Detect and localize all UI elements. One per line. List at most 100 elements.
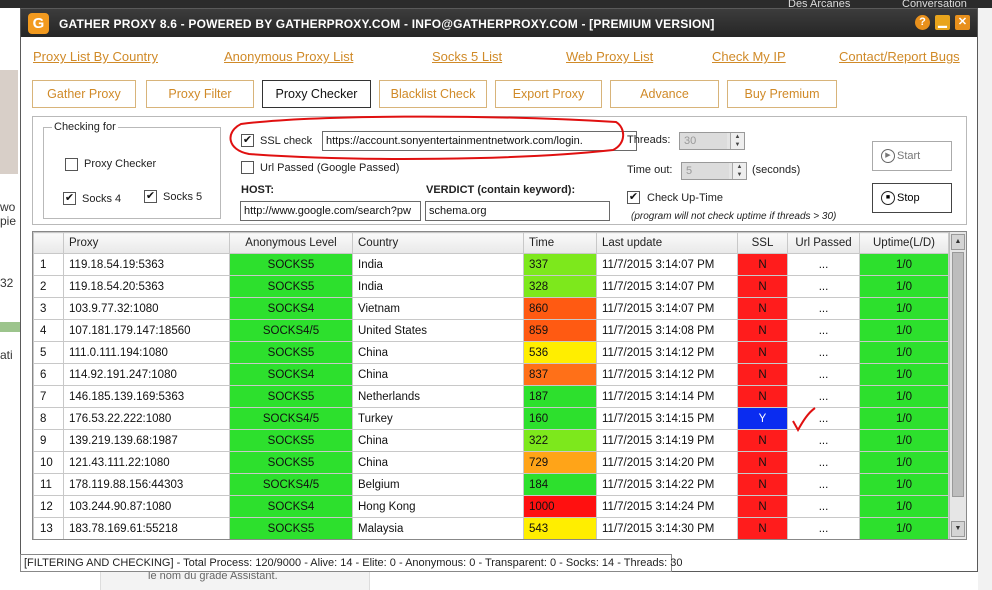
timeout-stepper[interactable]: 5 ▲ ▼ <box>681 162 747 180</box>
cell-last-update: 11/7/2015 3:14:14 PM <box>596 385 738 408</box>
table-row[interactable]: 4 107.181.179.147:18560 SOCKS4/5 United Sta… <box>33 319 949 342</box>
tab-proxy-checker[interactable]: Proxy Checker <box>262 80 371 108</box>
background-avatar <box>0 70 18 174</box>
table-row[interactable]: 6 114.92.191.247:1080 SOCKS4 China 837 11/7/2… <box>33 363 949 386</box>
cell-last-update: 11/7/2015 3:14:22 PM <box>596 473 738 496</box>
timeout-label: Time out: <box>627 164 673 176</box>
table-row[interactable]: 2 119.18.54.20:5363 SOCKS5 India 328 11/7/201… <box>33 275 949 298</box>
scroll-down-icon[interactable]: ▼ <box>951 521 965 537</box>
column-header-url-passed[interactable]: Url Passed <box>787 232 860 254</box>
link-socks5-list[interactable]: Socks 5 List <box>432 49 502 64</box>
scroll-up-icon[interactable]: ▲ <box>951 234 965 250</box>
socks5-label: Socks 5 <box>163 191 203 203</box>
background-page-left: wo pie 32 ati <box>0 8 20 590</box>
background-text-fragment: pie <box>0 214 17 228</box>
cell-proxy: 139.219.139.68:1987 <box>63 429 230 452</box>
table-row[interactable]: 5 111.0.111.194:1080 SOCKS5 China 536 11/7/20… <box>33 341 949 364</box>
cell-ssl: N <box>737 517 788 539</box>
cell-url-passed: ... <box>787 429 860 452</box>
column-header-anonymous-level[interactable]: Anonymous Level <box>229 232 353 254</box>
table-row[interactable]: 1 119.18.54.19:5363 SOCKS5 India 337 11/7/201… <box>33 253 949 276</box>
threads-stepper[interactable]: 30 ▲ ▼ <box>679 132 745 150</box>
timeout-up-icon[interactable]: ▲ <box>732 163 746 171</box>
column-header-ssl[interactable]: SSL <box>737 232 788 254</box>
tab-blacklist-check[interactable]: Blacklist Check <box>379 80 487 108</box>
column-header-last-update[interactable]: Last update <box>596 232 738 254</box>
cell-uptime: 1/0 <box>859 429 949 452</box>
socks4-label: Socks 4 <box>82 193 122 205</box>
column-header-proxy[interactable]: Proxy <box>63 232 230 254</box>
column-header-time[interactable]: Time <box>523 232 597 254</box>
background-text-fragment: ati <box>0 348 13 362</box>
cell-uptime: 1/0 <box>859 341 949 364</box>
column-header-index[interactable] <box>33 232 64 254</box>
cell-last-update: 11/7/2015 3:14:07 PM <box>596 253 738 276</box>
link-contact-report-bugs[interactable]: Contact/Report Bugs <box>839 49 960 64</box>
cell-last-update: 11/7/2015 3:14:15 PM <box>596 407 738 430</box>
cell-anonymous-level: SOCKS4 <box>229 363 353 386</box>
url-passed-checkbox[interactable] <box>241 161 254 174</box>
cell-last-update: 11/7/2015 3:14:07 PM <box>596 297 738 320</box>
table-row[interactable]: 8 176.53.22.222:1080 SOCKS4/5 Turkey 160 11/7… <box>33 407 949 430</box>
link-anonymous-proxy-list[interactable]: Anonymous Proxy List <box>224 49 353 64</box>
ssl-url-input[interactable]: https://account.sonyentertainmentnetwork… <box>322 131 637 151</box>
start-button[interactable]: ▶ Start <box>872 141 952 171</box>
cell-proxy: 114.92.191.247:1080 <box>63 363 230 386</box>
minimize-button[interactable]: ▁ <box>935 15 950 30</box>
seconds-label: (seconds) <box>752 164 801 176</box>
tab-gather-proxy[interactable]: Gather Proxy <box>32 80 136 108</box>
host-input[interactable]: http://www.google.com/search?pw <box>240 201 421 221</box>
cell-url-passed: ... <box>787 341 860 364</box>
cell-time: 328 <box>523 275 597 298</box>
cell-anonymous-level: SOCKS5 <box>229 275 353 298</box>
link-check-my-ip[interactable]: Check My IP <box>712 49 786 64</box>
table-row[interactable]: 12 103.244.90.87:1080 SOCKS4 Hong Kong 1000 1… <box>33 495 949 518</box>
tab-advance[interactable]: Advance <box>610 80 719 108</box>
timeout-down-icon[interactable]: ▼ <box>732 171 746 179</box>
cell-uptime: 1/0 <box>859 363 949 386</box>
cell-anonymous-level: SOCKS4/5 <box>229 473 353 496</box>
tab-export-proxy[interactable]: Export Proxy <box>495 80 602 108</box>
cell-ssl: N <box>737 341 788 364</box>
background-page-right <box>978 8 992 590</box>
table-row[interactable]: 10 121.43.111.22:1080 SOCKS5 China 729 11/7/2… <box>33 451 949 474</box>
table-row[interactable]: 9 139.219.139.68:1987 SOCKS5 China 322 11/7/2… <box>33 429 949 452</box>
grid-scrollbar[interactable]: ▲ ▼ <box>949 232 966 539</box>
cell-url-passed: ... <box>787 319 860 342</box>
column-header-uptime[interactable]: Uptime(L/D) <box>859 232 949 254</box>
link-proxy-list-by-country[interactable]: Proxy List By Country <box>33 49 158 64</box>
table-row[interactable]: 7 146.185.139.169:5363 SOCKS5 Netherlands 18… <box>33 385 949 408</box>
scroll-thumb[interactable] <box>952 252 964 497</box>
tab-proxy-filter[interactable]: Proxy Filter <box>146 80 254 108</box>
tab-buy-premium[interactable]: Buy Premium <box>727 80 837 108</box>
uptime-checkbox[interactable]: ✔ <box>627 191 640 204</box>
cell-proxy: 103.244.90.87:1080 <box>63 495 230 518</box>
cell-proxy: 183.78.169.61:55218 <box>63 517 230 539</box>
table-header-row: Proxy Anonymous Level Country Time Last … <box>33 232 949 254</box>
cell-index: 4 <box>33 319 64 342</box>
table-row[interactable]: 3 103.9.77.32:1080 SOCKS4 Vietnam 860 11/7/20… <box>33 297 949 320</box>
cell-time: 536 <box>523 341 597 364</box>
cell-country: United States <box>352 319 524 342</box>
table-row[interactable]: 13 183.78.169.61:55218 SOCKS5 Malaysia 543 11… <box>33 517 949 539</box>
cell-ssl: N <box>737 473 788 496</box>
cell-url-passed: ... <box>787 253 860 276</box>
cell-index: 6 <box>33 363 64 386</box>
stop-button[interactable]: ■ Stop <box>872 183 952 213</box>
ssl-check-checkbox[interactable]: ✔ <box>241 134 254 147</box>
socks4-checkbox[interactable]: ✔ <box>63 192 76 205</box>
proxy-checker-checkbox[interactable] <box>65 158 78 171</box>
socks5-checkbox[interactable]: ✔ <box>144 190 157 203</box>
link-web-proxy-list[interactable]: Web Proxy List <box>566 49 653 64</box>
close-button[interactable]: ✕ <box>955 15 970 30</box>
column-header-country[interactable]: Country <box>352 232 524 254</box>
cell-url-passed: ... <box>787 385 860 408</box>
threads-down-icon[interactable]: ▼ <box>730 141 744 149</box>
table-row[interactable]: 11 178.119.88.156:44303 SOCKS4/5 Belgium 184… <box>33 473 949 496</box>
threads-up-icon[interactable]: ▲ <box>730 133 744 141</box>
cell-last-update: 11/7/2015 3:14:12 PM <box>596 341 738 364</box>
cell-uptime: 1/0 <box>859 517 949 539</box>
verdict-input[interactable]: schema.org <box>425 201 610 221</box>
cell-uptime: 1/0 <box>859 319 949 342</box>
help-button[interactable]: ? <box>915 15 930 30</box>
